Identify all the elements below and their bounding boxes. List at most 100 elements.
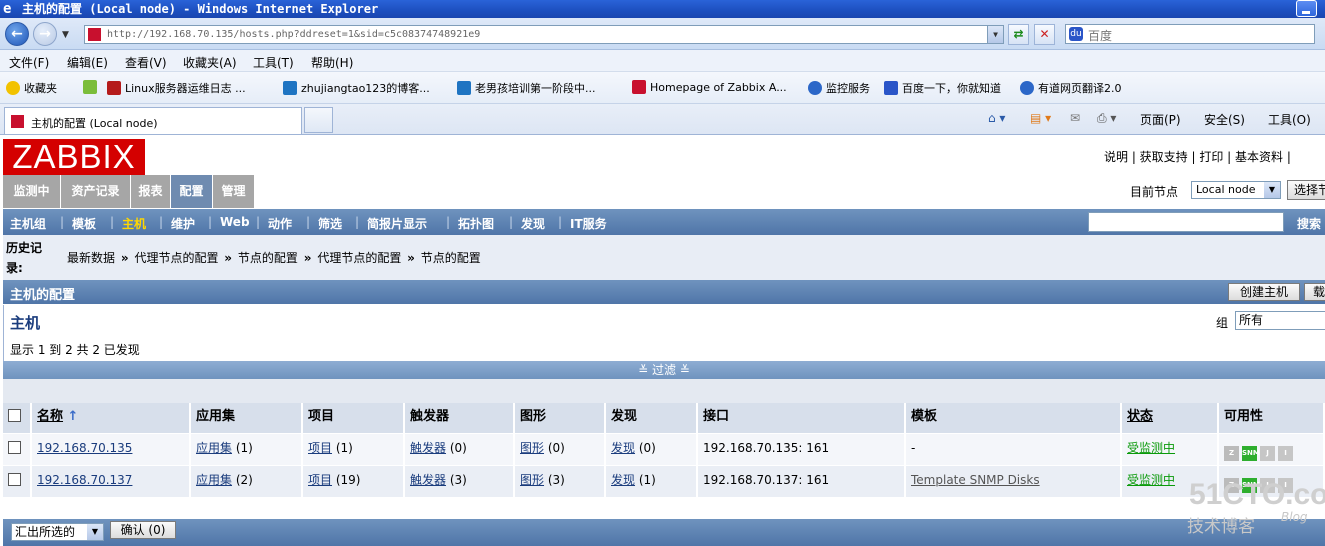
subnav-web[interactable]: Web <box>220 215 250 229</box>
ipmi-icon: I <box>1278 446 1293 461</box>
subnav-hosts[interactable]: 主机 <box>122 215 146 232</box>
triggers-link[interactable]: 触发器 <box>410 441 446 455</box>
host-link[interactable]: 192.168.70.135 <box>37 441 132 455</box>
feeds-icon[interactable]: ▤ ▾ <box>1030 111 1051 125</box>
node-select[interactable]: Local node ▼ <box>1191 181 1281 199</box>
hosts-title: 主机 <box>10 314 41 332</box>
nav-configuration[interactable]: 配置 <box>171 175 213 208</box>
breadcrumb-item[interactable]: 节点的配置 <box>421 251 481 265</box>
window-title: 主机的配置 (Local node) - Windows Internet Ex… <box>22 2 379 16</box>
template-link[interactable]: Template SNMP Disks <box>911 473 1040 487</box>
select-node-button[interactable]: 选择节 <box>1287 180 1325 200</box>
print-icon[interactable]: ⎙ ▾ <box>1097 111 1116 126</box>
triggers-link[interactable]: 触发器 <box>410 473 446 487</box>
applications-link[interactable]: 应用集 <box>196 473 232 487</box>
zabbix-logo[interactable]: ZABBIX <box>3 139 145 175</box>
breadcrumb-item[interactable]: 最新数据 <box>67 251 115 265</box>
select-all-checkbox[interactable] <box>8 409 21 422</box>
back-button[interactable]: ← <box>5 22 29 46</box>
create-host-button[interactable]: 创建主机 <box>1228 283 1300 301</box>
tab-hosts-config[interactable]: 主机的配置 (Local node) <box>4 107 302 134</box>
subnav-discovery[interactable]: 发现 <box>521 215 545 232</box>
page-menu[interactable]: 页面(P) <box>1140 111 1181 128</box>
menu-favorites[interactable]: 收藏夹(A) <box>183 54 237 71</box>
row-checkbox[interactable] <box>8 441 21 454</box>
import-button[interactable]: 载 <box>1304 283 1325 301</box>
favorite-link-7[interactable]: 有道网页翻译2.0 <box>1020 80 1122 96</box>
baidu-paw-icon: du <box>1069 27 1083 41</box>
favorite-link-1[interactable]: Linux服务器运维日志 ... <box>107 80 246 96</box>
favorite-link-4[interactable]: Homepage of Zabbix A... <box>632 80 787 96</box>
graphs-link[interactable]: 图形 <box>520 473 544 487</box>
nav-reports[interactable]: 报表 <box>131 175 171 208</box>
table-footer <box>3 519 1325 546</box>
status-link[interactable]: 受监测中 <box>1127 441 1175 455</box>
filter-toggle[interactable]: ≚ 过滤 ≚ <box>3 361 1325 379</box>
nav-monitoring[interactable]: 监测中 <box>3 175 61 208</box>
breadcrumb-item[interactable]: 代理节点的配置 <box>134 251 218 265</box>
subnav-maintenance[interactable]: 维护 <box>171 215 195 232</box>
subnav-actions[interactable]: 动作 <box>268 215 292 232</box>
host-search-input[interactable] <box>1088 212 1284 232</box>
group-select[interactable]: 所有 <box>1235 311 1325 330</box>
address-toolbar: ← → ▼ http://192.168.70.135/hosts.php?dd… <box>0 18 1325 50</box>
column-status[interactable]: 状态 <box>1127 409 1153 424</box>
add-favorite-icon[interactable] <box>83 80 101 96</box>
menu-file[interactable]: 文件(F) <box>9 54 49 71</box>
search-input[interactable]: du 百度 <box>1065 24 1315 44</box>
top-links[interactable]: 说明 | 获取支持 | 打印 | 基本资料 | <box>1104 148 1291 165</box>
favorites-button[interactable]: 收藏夹 <box>6 80 57 96</box>
subnav-hostgroups[interactable]: 主机组 <box>10 215 46 232</box>
column-graphs: 图形 <box>515 403 606 433</box>
menu-edit[interactable]: 编辑(E) <box>67 54 108 71</box>
menu-view[interactable]: 查看(V) <box>125 54 167 71</box>
mail-icon[interactable]: ✉ <box>1070 111 1080 125</box>
subnav-maps[interactable]: 拓扑图 <box>458 215 494 232</box>
page-favicon-icon <box>88 28 101 41</box>
favorite-link-5[interactable]: 监控服务 <box>808 80 870 96</box>
graphs-link[interactable]: 图形 <box>520 441 544 455</box>
breadcrumb-item[interactable]: 节点的配置 <box>238 251 298 265</box>
address-input[interactable]: http://192.168.70.135/hosts.php?ddreset=… <box>84 25 1004 44</box>
favorite-link-6[interactable]: 百度一下，你就知道 <box>884 80 1001 96</box>
column-name[interactable]: 名称 <box>37 409 63 424</box>
discovery-link[interactable]: 发现 <box>611 441 635 455</box>
minimize-button[interactable] <box>1296 0 1317 17</box>
zabbix-favicon-icon <box>11 115 24 128</box>
snmp-icon: SNMP <box>1242 446 1265 461</box>
subnav-itservices[interactable]: IT服务 <box>570 215 607 232</box>
new-tab-button[interactable] <box>304 107 333 133</box>
status-link[interactable]: 受监测中 <box>1127 473 1175 487</box>
applications-link[interactable]: 应用集 <box>196 441 232 455</box>
url-text: http://192.168.70.135/hosts.php?ddreset=… <box>107 29 481 40</box>
address-dropdown-icon[interactable]: ▼ <box>987 26 1003 43</box>
ie-page-icon <box>1020 81 1034 95</box>
menu-help[interactable]: 帮助(H) <box>311 54 353 71</box>
row-checkbox[interactable] <box>8 473 21 486</box>
nav-inventory[interactable]: 资产记录 <box>61 175 131 208</box>
items-link[interactable]: 项目 <box>308 441 332 455</box>
favorite-link-3[interactable]: 老男孩培训第一阶段中... <box>457 80 596 96</box>
subnav-templates[interactable]: 模板 <box>72 215 96 232</box>
history-dropdown-icon[interactable]: ▼ <box>62 30 69 40</box>
forward-button[interactable]: → <box>33 22 57 46</box>
search-button[interactable]: 搜索 <box>1297 215 1321 232</box>
breadcrumb-item[interactable]: 代理节点的配置 <box>317 251 401 265</box>
confirm-button[interactable]: 确认 (0) <box>110 521 176 539</box>
home-icon[interactable]: ⌂ ▾ <box>988 111 1005 125</box>
nav-administration[interactable]: 管理 <box>213 175 255 208</box>
breadcrumb: 最新数据 » 代理节点的配置 » 节点的配置 » 代理节点的配置 » 节点的配置 <box>67 251 481 265</box>
bulk-action-select[interactable]: 汇出所选的 ▼ <box>11 523 104 541</box>
items-link[interactable]: 项目 <box>308 473 332 487</box>
subnav-filters[interactable]: 筛选 <box>318 215 342 232</box>
refresh-icon[interactable]: ⇄ <box>1008 24 1029 45</box>
menu-tools[interactable]: 工具(T) <box>253 54 294 71</box>
stop-icon[interactable]: ✕ <box>1034 24 1055 45</box>
safety-menu[interactable]: 安全(S) <box>1204 111 1245 128</box>
host-link[interactable]: 192.168.70.137 <box>37 473 132 487</box>
chevron-down-icon: ▼ <box>87 524 103 540</box>
subnav-screens[interactable]: 简报片显示 <box>367 215 427 232</box>
tools-menu[interactable]: 工具(O) <box>1268 111 1311 128</box>
discovery-link[interactable]: 发现 <box>611 473 635 487</box>
favorite-link-2[interactable]: zhujiangtao123的博客... <box>283 80 430 96</box>
